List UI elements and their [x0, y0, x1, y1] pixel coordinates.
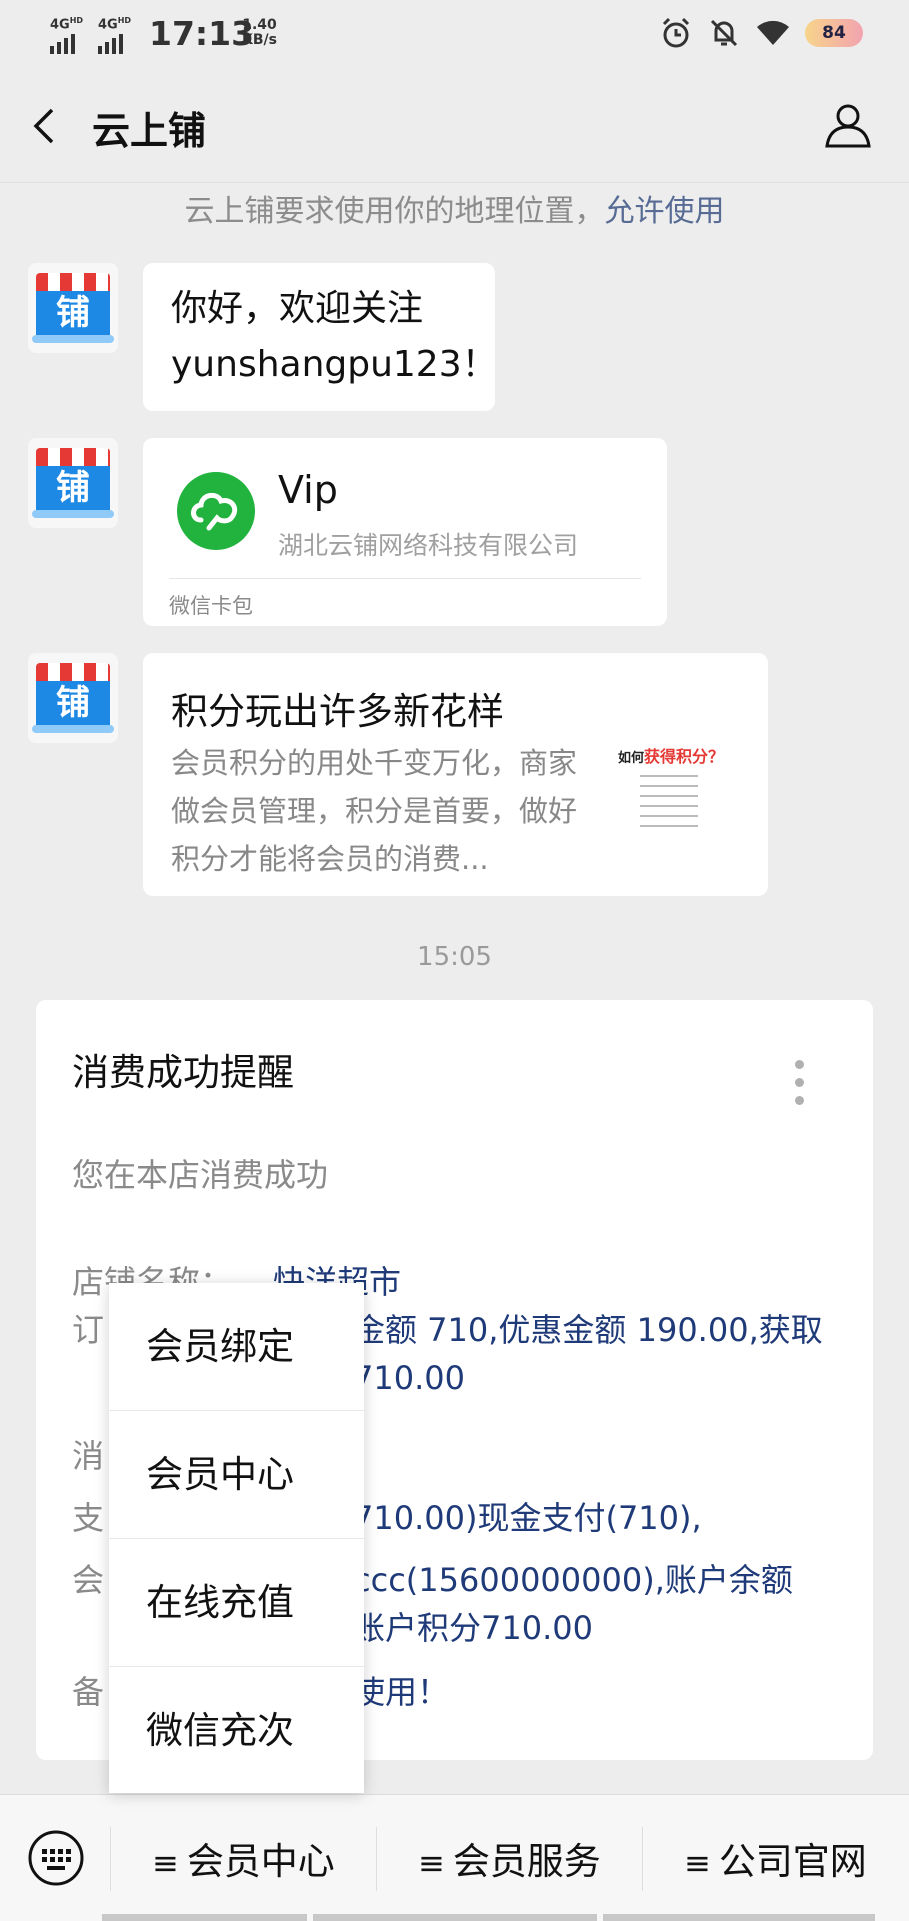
payment-value: 710.00)现金支付(710),: [353, 1499, 702, 1537]
member-value-line2: 账户积分710.00: [353, 1609, 593, 1647]
chat-title: 云上铺: [92, 109, 207, 153]
menu-separator: [642, 1827, 643, 1891]
avatar-glyph: 铺: [36, 681, 110, 725]
profile-icon[interactable]: [823, 100, 873, 150]
thumbnail-title-a: 如何: [618, 751, 645, 766]
welcome-message-bubble[interactable]: 你好，欢迎关注yunshangpu123！: [143, 263, 498, 411]
network-type-label: 4G: [50, 17, 70, 33]
official-account-avatar[interactable]: 铺: [28, 263, 118, 353]
menu-item-online-recharge[interactable]: 在线充值: [109, 1539, 364, 1667]
order-value-line1: 金额 710,优惠金额 190.00,获取: [353, 1311, 823, 1349]
menu-tab-member-center[interactable]: ≡ 会员中心: [152, 1831, 335, 1885]
thumbnail-title-b: 获得积分？: [644, 747, 725, 766]
menu-lines-icon: ≡: [152, 1844, 179, 1882]
clock: 17:13: [149, 14, 255, 53]
message-timestamp: 15:05: [417, 942, 492, 972]
notice-intro: 您在本店消费成功: [72, 1156, 329, 1194]
card-company: 湖北云铺网络科技有限公司: [278, 531, 579, 560]
menu-item-member-binding[interactable]: 会员绑定: [109, 1283, 364, 1411]
avatar-glyph: 铺: [36, 466, 110, 510]
menu-tab-label: 会员服务: [452, 1840, 601, 1883]
alarm-icon: [662, 17, 690, 48]
menu-item-member-center[interactable]: 会员中心: [109, 1411, 364, 1539]
menu-lines-icon: ≡: [418, 1844, 445, 1882]
order-value-line2: 710.00: [353, 1359, 465, 1397]
official-account-avatar[interactable]: 铺: [28, 653, 118, 743]
card-title: Vip: [278, 468, 338, 512]
remark-label: 备: [72, 1673, 105, 1711]
card-divider: [169, 578, 641, 579]
article-message[interactable]: 积分玩出许多新花样 会员积分的用处千变万化，商家做会员管理，积分是首要，做好积分…: [143, 653, 768, 896]
payment-label: 支: [72, 1499, 105, 1537]
welcome-message-text: 你好，欢迎关注yunshangpu123！: [171, 288, 498, 385]
vip-card-message[interactable]: Vip 湖北云铺网络科技有限公司 微信卡包: [143, 438, 667, 626]
network-speed: 1.40 KB/s: [242, 18, 277, 48]
battery-level: 84: [822, 23, 846, 43]
more-options-icon[interactable]: [795, 1060, 805, 1106]
network-hd-label: HD: [117, 16, 132, 25]
menu-tab-company-website[interactable]: ≡ 公司官网: [684, 1831, 867, 1885]
wifi-icon: [757, 20, 789, 45]
network-hd-label: HD: [69, 16, 84, 25]
signal-sim1-icon: 4GHD: [50, 14, 84, 55]
member-label: 会: [72, 1561, 105, 1599]
avatar-glyph: 铺: [36, 291, 110, 335]
menu-tab-label: 公司官网: [718, 1840, 867, 1883]
network-type-label: 4G: [98, 17, 118, 33]
member-center-popup-menu: 会员绑定 会员中心 在线充值 微信充次: [109, 1283, 364, 1793]
menu-separator: [110, 1827, 111, 1891]
menu-tab-member-service[interactable]: ≡ 会员服务: [418, 1831, 601, 1885]
menu-separator: [376, 1827, 377, 1891]
menu-tab-label: 会员中心: [186, 1840, 335, 1883]
custom-menu-bar: ≡ 会员中心 ≡ 会员服务 ≡ 公司官网: [0, 1794, 909, 1921]
order-label: 订: [72, 1311, 105, 1349]
article-title: 积分玩出许多新花样: [171, 690, 504, 733]
article-description: 会员积分的用处千变万化，商家做会员管理，积分是首要，做好积分才能将会员的消费..…: [171, 746, 578, 876]
article-thumbnail: 如何获得积分？: [618, 743, 724, 853]
consume-label: 消: [72, 1437, 105, 1475]
signal-sim2-icon: 4GHD: [98, 14, 132, 55]
allow-location-link[interactable]: 允许使用: [605, 194, 725, 229]
wechat-card-logo-icon: [177, 472, 255, 550]
keyboard-icon[interactable]: [27, 1829, 85, 1887]
status-bar: 4GHD 4GHD 17:13 1.40 KB/s 84: [0, 0, 909, 70]
card-source-label: 微信卡包: [169, 594, 253, 618]
network-speed-unit: KB/s: [242, 32, 277, 48]
location-permission-tip: 云上铺要求使用你的地理位置，允许使用: [0, 186, 909, 230]
remark-value: 使用！: [353, 1673, 450, 1711]
bell-muted-icon: [710, 19, 738, 47]
location-tip-text: 云上铺要求使用你的地理位置，: [184, 194, 605, 229]
menu-item-wechat-recharge[interactable]: 微信充次: [109, 1667, 364, 1794]
chat-header: 云上铺: [0, 70, 909, 183]
notice-title: 消费成功提醒: [72, 1051, 294, 1094]
member-value-line1: ccc(15600000000),账户余额: [353, 1561, 793, 1599]
battery-icon: 84: [805, 19, 863, 47]
official-account-avatar[interactable]: 铺: [28, 438, 118, 528]
network-speed-value: 1.40: [242, 17, 277, 33]
status-icons: 84: [659, 16, 863, 50]
menu-lines-icon: ≡: [684, 1844, 711, 1882]
back-arrow-icon[interactable]: [26, 104, 66, 148]
